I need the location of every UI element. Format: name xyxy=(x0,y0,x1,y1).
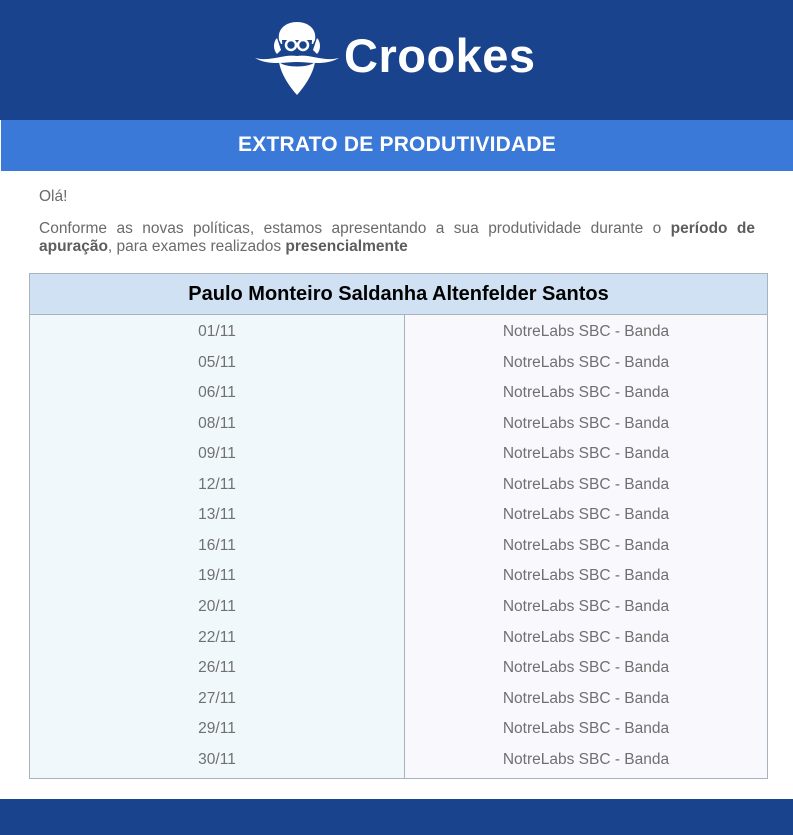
row-location: NotreLabs SBC - Banda xyxy=(502,628,670,646)
row-date: 13/11 xyxy=(198,506,236,524)
email-footer xyxy=(0,799,793,835)
row-date: 26/11 xyxy=(198,659,236,677)
dates-column: 01/11 05/11 06/11 08/11 09/11 12/11 13/11 16/11… xyxy=(30,315,405,778)
row-date: 01/11 xyxy=(198,323,236,340)
intro-bold-presencial: presencialmente xyxy=(285,238,408,255)
intro-text-2: , para exames realizados xyxy=(107,238,286,255)
table-body: 01/11 05/11 06/11 08/11 09/11 12/11 13/11 16/11… xyxy=(30,315,767,778)
row-date: 22/11 xyxy=(198,628,236,646)
row-date: 29/11 xyxy=(198,720,236,738)
row-location: NotreLabs SBC - Banda xyxy=(502,384,670,402)
row-date: 30/11 xyxy=(198,750,236,768)
locations-column: NotreLabs SBC - Banda NotreLabs SBC - Ban… xyxy=(405,315,767,778)
row-location: NotreLabs SBC - Banda xyxy=(502,659,670,677)
row-location: NotreLabs SBC - Banda xyxy=(502,720,670,738)
person-name-header: Paulo Monteiro Saldanha Altenfelder Sant… xyxy=(30,274,767,315)
row-location: NotreLabs SBC - Banda xyxy=(502,353,670,371)
row-location: NotreLabs SBC - Banda xyxy=(502,536,670,554)
row-location: NotreLabs SBC - Banda xyxy=(502,750,670,768)
row-location: NotreLabs SBC - Banda xyxy=(502,323,670,340)
brand-name: Crookes xyxy=(344,29,536,82)
row-location: NotreLabs SBC - Banda xyxy=(502,414,670,432)
row-date: 16/11 xyxy=(198,536,236,554)
row-date: 12/11 xyxy=(198,475,236,493)
row-date: 20/11 xyxy=(198,597,236,615)
scientist-face-logo-icon xyxy=(255,22,339,95)
greeting-text: Olá! xyxy=(39,188,68,205)
row-date: 09/11 xyxy=(198,445,236,463)
intro-text-1: Conforme as novas políticas, estamos apr… xyxy=(39,220,671,237)
row-date: 19/11 xyxy=(198,567,236,585)
row-date: 05/11 xyxy=(198,353,236,371)
row-location: NotreLabs SBC - Banda xyxy=(502,689,670,707)
row-date: 08/11 xyxy=(198,414,236,432)
brand-logo: Crookes xyxy=(255,20,555,98)
row-date: 06/11 xyxy=(198,384,236,402)
row-location: NotreLabs SBC - Banda xyxy=(502,475,670,493)
email-header: Crookes xyxy=(0,0,793,120)
intro-paragraph: Conforme as novas políticas, estamos apr… xyxy=(39,220,755,256)
row-location: NotreLabs SBC - Banda xyxy=(502,506,670,524)
row-date: 27/11 xyxy=(198,689,236,707)
page-title: EXTRATO DE PRODUTIVIDADE xyxy=(1,120,793,171)
row-location: NotreLabs SBC - Banda xyxy=(502,567,670,585)
productivity-table: Paulo Monteiro Saldanha Altenfelder Sant… xyxy=(29,273,768,779)
row-location: NotreLabs SBC - Banda xyxy=(502,597,670,615)
row-location: NotreLabs SBC - Banda xyxy=(502,445,670,463)
